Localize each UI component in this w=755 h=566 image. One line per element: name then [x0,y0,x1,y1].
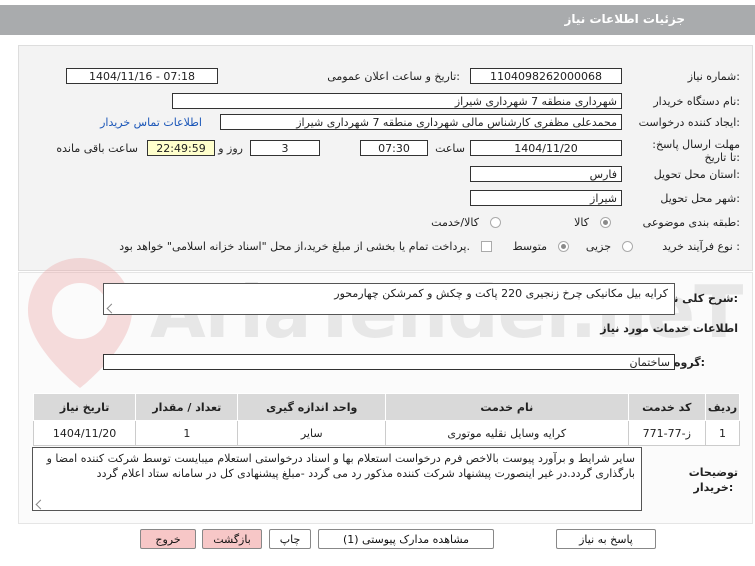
services-section-title: اطلاعات خدمات مورد نیاز [600,322,738,335]
need-number-field: 1104098262000068 [470,68,622,84]
category-option-goods-service: کالا/خدمت [431,216,479,229]
announce-datetime-field: 1404/11/16 - 07:18 [66,68,218,84]
purchase-radio-minor[interactable] [622,241,633,252]
cell-quantity: 1 [135,420,239,446]
col-service-name: نام خدمت [385,393,629,421]
table-row: 1 ز-77-771 کرایه وسایل نقلیه موتوری سایر… [32,420,741,446]
print-button[interactable]: چاپ [269,529,311,549]
summary-field: کرایه بیل مکانیکی چرخ زنجیری 220 پاکت و … [103,283,675,315]
days-field: 3 [250,140,320,156]
exit-button[interactable]: خروج [140,529,196,549]
col-service-code: کد خدمت [627,393,706,421]
col-quantity: تعداد / مقدار [135,393,239,421]
buyer-org-field: شهرداری منطقه 7 شهرداری شیراز [172,93,622,109]
summary-text: کرایه بیل مکانیکی چرخ زنجیری 220 پاکت و … [334,287,668,300]
category-option-goods: کالا [574,216,589,229]
deadline-time-label: ساعت [435,142,465,155]
attachments-button[interactable]: مشاهده مدارک پیوستی (1) [318,529,494,549]
category-radio-goods-service[interactable] [490,217,501,228]
col-unit: واحد اندازه گیری [237,393,386,421]
buyer-notes-field: سایر شرایط و برآورد پیوست بالاخص فرم درخ… [32,447,642,511]
purchase-radio-medium[interactable] [558,241,569,252]
request-creator-label: ایجاد کننده درخواست: [638,116,740,129]
cell-row-no: 1 [704,420,741,446]
treasury-payment-note: پرداخت تمام یا بخشی از مبلغ خرید،از محل … [119,240,470,253]
back-button[interactable]: بازگشت [202,529,262,549]
buyer-notes-text: سایر شرایط و برآورد پیوست بالاخص فرم درخ… [46,452,635,480]
need-number-label: شماره نیاز: [687,70,740,83]
province-field: فارس [470,166,622,182]
buyer-notes-label-line1: توضیحات [688,466,738,479]
purchase-option-medium: متوسط [512,240,547,253]
remaining-time-field: 22:49:59 [147,140,215,156]
cell-service-name: کرایه وسایل نقلیه موتوری [385,420,629,446]
purchase-option-minor: جزیی [585,240,611,253]
category-label: طبقه بندی موضوعی: [642,216,740,229]
services-table-header: ردیف کد خدمت نام خدمت واحد اندازه گیری ت… [32,393,741,421]
services-table: ردیف کد خدمت نام خدمت واحد اندازه گیری ت… [32,393,741,446]
deadline-label: مهلت ارسال پاسخ: تا تاریخ: [652,138,740,164]
col-row-no: ردیف [704,393,741,421]
col-need-date: تاریخ نیاز [32,393,137,421]
buyer-contact-link[interactable]: اطلاعات تماس خریدار [100,116,202,129]
ariatender-logo-watermark [28,258,132,388]
page-title: جزئیات اطلاعات نیاز [564,12,685,26]
remaining-time-label: ساعت باقی مانده [56,142,138,155]
cell-service-code: ز-77-771 [627,420,706,446]
announce-datetime-label: تاریخ و ساعت اعلان عمومی: [327,70,460,83]
buyer-notes-label: توضیحات خریدار: [689,465,738,495]
service-group-field: ساختمان [103,354,675,370]
cell-unit: سایر [237,420,386,446]
page-titlebar: جزئیات اطلاعات نیاز [0,5,755,35]
reply-button[interactable]: پاسخ به نیاز [556,529,656,549]
purchase-type-label: نوع فرآیند خرید : [662,240,740,253]
deadline-date-field: 1404/11/20 [470,140,622,156]
category-radio-goods[interactable] [600,217,611,228]
buyer-notes-label-line2: خریدار: [693,481,734,494]
treasury-payment-checkbox[interactable] [481,241,492,252]
buyer-org-label: نام دستگاه خریدار: [653,95,740,108]
request-creator-field: محمدعلی مظفری کارشناس مالی شهرداری منطقه… [220,114,622,130]
city-field: شیراز [470,190,622,206]
province-label: استان محل تحویل: [653,168,740,181]
deadline-time-field: 07:30 [360,140,428,156]
city-label: شهر محل تحویل: [660,192,740,205]
cell-need-date: 1404/11/20 [32,420,137,446]
days-label: روز و [218,142,243,155]
